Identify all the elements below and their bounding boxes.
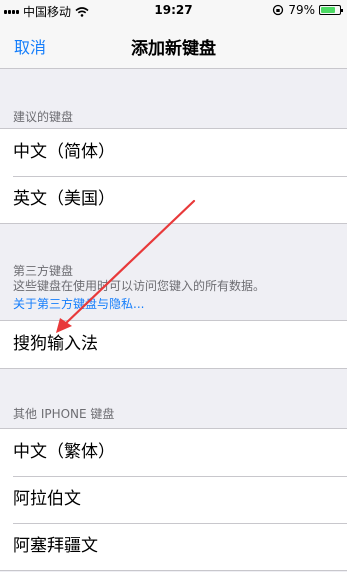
annotation-arrow-icon <box>56 199 196 333</box>
